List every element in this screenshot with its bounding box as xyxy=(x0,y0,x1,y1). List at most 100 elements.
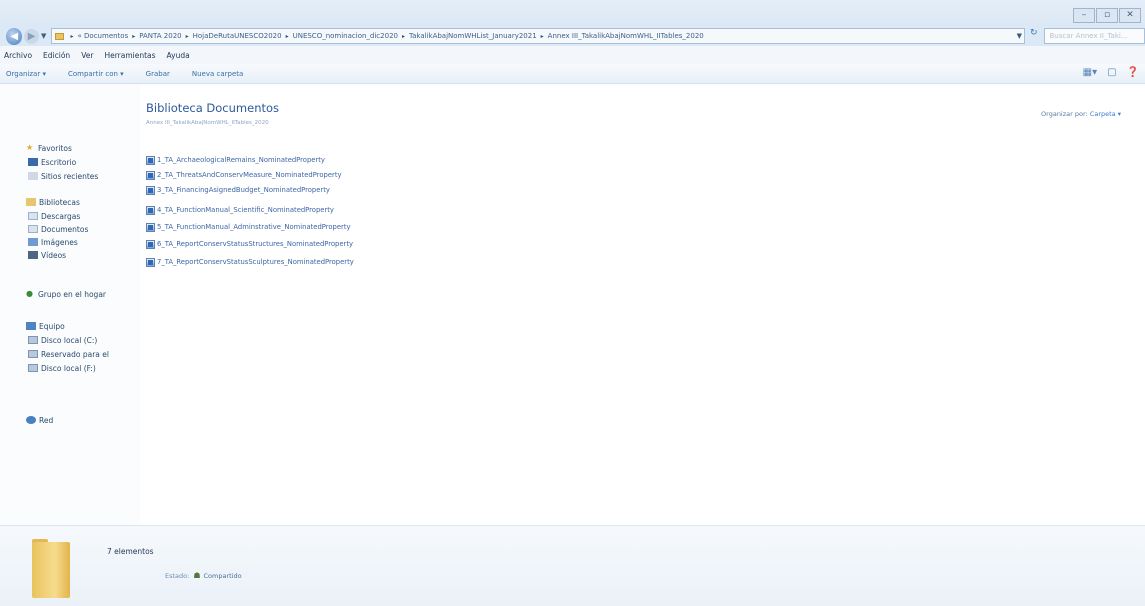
file-name: 3_TA_FinancingAsignedBudget_NominatedPro… xyxy=(157,186,330,194)
libraries-icon xyxy=(26,198,36,206)
file-name: 6_TA_ReportConservStatusStructures_Nomin… xyxy=(157,240,354,248)
state-value: Compartido xyxy=(203,571,242,580)
word-document-icon xyxy=(146,155,155,165)
breadcrumb-item[interactable]: « Documentos xyxy=(78,32,129,40)
address-history-dropdown[interactable]: ▼ xyxy=(1015,32,1024,40)
file-item[interactable]: 7_TA_ReportConservStatusSculptures_Nomin… xyxy=(146,257,354,267)
nav-label: Escritorio xyxy=(41,157,77,167)
breadcrumb-separator[interactable]: ▸ xyxy=(132,33,135,40)
computer-icon xyxy=(26,322,36,330)
nav-label: Bibliotecas xyxy=(39,197,80,207)
breadcrumb-item[interactable]: PANTA 2020 xyxy=(139,32,181,40)
word-document-icon xyxy=(146,239,155,249)
menu-archivo[interactable]: Archivo xyxy=(4,51,32,60)
nav-videos[interactable]: Vídeos xyxy=(28,249,66,261)
close-button[interactable]: ✕ xyxy=(1119,8,1141,23)
nav-label: Favoritos xyxy=(38,143,72,153)
menu-herramientas[interactable]: Herramientas xyxy=(104,51,155,60)
address-row: ◀ ▶ ▼ ▸ « Documentos ▸ PANTA 2020 ▸ Hoja… xyxy=(0,26,1145,46)
videos-icon xyxy=(28,251,38,259)
file-name: 4_TA_FunctionManual_Scientific_Nominated… xyxy=(157,206,334,214)
title-bar[interactable]: – ▫ ✕ xyxy=(0,0,1145,26)
forward-arrow-icon[interactable]: ▶ xyxy=(24,28,39,44)
file-item[interactable]: 3_TA_FinancingAsignedBudget_NominatedPro… xyxy=(146,185,330,195)
view-controls: ▦▾ ▢ ❓ xyxy=(1083,67,1139,78)
breadcrumb-separator[interactable]: ▸ xyxy=(286,33,289,40)
new-folder-button[interactable]: Nueva carpeta xyxy=(192,70,243,78)
nav-label: Imágenes xyxy=(41,237,78,247)
menu-edicion[interactable]: Edición xyxy=(43,51,70,60)
share-button[interactable]: Compartir con ▾ xyxy=(68,70,124,78)
word-document-icon xyxy=(146,185,155,195)
minimize-button[interactable]: – xyxy=(1073,8,1095,23)
nav-disk-f[interactable]: Disco local (F:) xyxy=(28,362,96,374)
navigation-pane: ★ Favoritos Escritorio Sitios recientes … xyxy=(0,85,140,525)
library-title: Biblioteca Documentos xyxy=(146,101,280,115)
nav-desktop[interactable]: Escritorio xyxy=(28,156,76,168)
file-item[interactable]: 2_TA_ThreatsAndConservMeasure_NominatedP… xyxy=(146,170,342,180)
search-input[interactable]: Buscar Annex II_Taki... xyxy=(1044,28,1145,44)
nav-label: Disco local (F:) xyxy=(41,363,96,373)
nav-computer[interactable]: Equipo xyxy=(26,320,65,332)
breadcrumb-item[interactable]: UNESCO_nominacion_dic2020 xyxy=(293,32,398,40)
arrange-value[interactable]: Carpeta ▾ xyxy=(1090,110,1121,118)
nav-label: Descargas xyxy=(41,211,81,221)
folder-icon xyxy=(32,539,70,598)
breadcrumb-separator: ▸ xyxy=(70,32,74,40)
item-count: 7 elementos xyxy=(107,547,154,556)
nav-downloads[interactable]: Descargas xyxy=(28,210,80,222)
view-options-icon[interactable]: ▦▾ xyxy=(1083,67,1097,78)
nav-network[interactable]: Red xyxy=(26,414,53,426)
downloads-icon xyxy=(28,212,38,220)
documents-icon xyxy=(28,225,38,233)
breadcrumb-separator[interactable]: ▸ xyxy=(541,33,544,40)
images-icon xyxy=(28,238,38,246)
address-bar[interactable]: ▸ « Documentos ▸ PANTA 2020 ▸ HojaDeRuta… xyxy=(50,28,1025,44)
command-bar: Organizar ▾ Compartir con ▾ Grabar Nueva… xyxy=(0,64,1145,84)
file-name: 1_TA_ArchaeologicalRemains_NominatedProp… xyxy=(157,156,325,164)
menu-bar: Archivo Edición Ver Herramientas Ayuda xyxy=(0,46,1145,64)
details-pane: 7 elementos Estado: ☗ Compartido xyxy=(0,525,1145,606)
nav-label: Disco local (C:) xyxy=(41,335,98,345)
nav-label: Equipo xyxy=(39,321,65,331)
nav-reserved[interactable]: Reservado para el xyxy=(28,348,109,360)
disk-icon xyxy=(28,350,38,358)
burn-button[interactable]: Grabar xyxy=(146,70,170,78)
network-icon xyxy=(26,416,36,424)
word-document-icon xyxy=(146,205,155,215)
organize-button[interactable]: Organizar ▾ xyxy=(6,70,46,78)
refresh-icon[interactable]: ↻ xyxy=(1027,28,1041,44)
recent-pages-dropdown[interactable]: ▼ xyxy=(39,32,49,40)
arrange-by[interactable]: Organizar por: Carpeta ▾ xyxy=(1041,110,1121,118)
nav-homegroup[interactable]: ● Grupo en el hogar xyxy=(26,288,106,300)
nav-images[interactable]: Imágenes xyxy=(28,236,78,248)
menu-ayuda[interactable]: Ayuda xyxy=(167,51,190,60)
nav-libraries[interactable]: Bibliotecas xyxy=(26,196,80,208)
preview-pane-icon[interactable]: ▢ xyxy=(1107,67,1116,78)
nav-label: Red xyxy=(39,415,54,425)
breadcrumb-separator[interactable]: ▸ xyxy=(402,33,405,40)
state-label: Estado: xyxy=(165,571,190,580)
breadcrumb-separator[interactable]: ▸ xyxy=(186,33,189,40)
nav-label: Sitios recientes xyxy=(41,171,99,181)
nav-label: Vídeos xyxy=(41,250,67,260)
menu-ver[interactable]: Ver xyxy=(81,51,93,60)
nav-favorites[interactable]: ★ Favoritos xyxy=(26,142,72,154)
shared-users-icon: ☗ xyxy=(193,571,201,580)
nav-disk-c[interactable]: Disco local (C:) xyxy=(28,334,97,346)
maximize-button[interactable]: ▫ xyxy=(1096,8,1118,23)
file-item[interactable]: 1_TA_ArchaeologicalRemains_NominatedProp… xyxy=(146,155,325,165)
content-pane: Biblioteca Documentos Annex III_TakalikA… xyxy=(140,85,1145,525)
breadcrumb-item[interactable]: Annex III_TakalikAbajNomWHL_IITables_202… xyxy=(548,32,704,40)
nav-recent[interactable]: Sitios recientes xyxy=(28,170,98,182)
back-arrow-icon[interactable]: ◀ xyxy=(6,27,23,45)
arrange-label: Organizar por: xyxy=(1041,110,1088,118)
file-item[interactable]: 4_TA_FunctionManual_Scientific_Nominated… xyxy=(146,205,334,215)
breadcrumb-item[interactable]: TakalikAbajNomWHList_January2021 xyxy=(409,32,537,40)
help-icon[interactable]: ❓ xyxy=(1127,67,1139,78)
file-item[interactable]: 6_TA_ReportConservStatusStructures_Nomin… xyxy=(146,239,353,249)
recent-places-icon xyxy=(28,172,38,180)
file-item[interactable]: 5_TA_FunctionManual_Adminstrative_Nomina… xyxy=(146,222,351,232)
nav-documents[interactable]: Documentos xyxy=(28,223,88,235)
breadcrumb-item[interactable]: HojaDeRutaUNESCO2020 xyxy=(193,32,282,40)
